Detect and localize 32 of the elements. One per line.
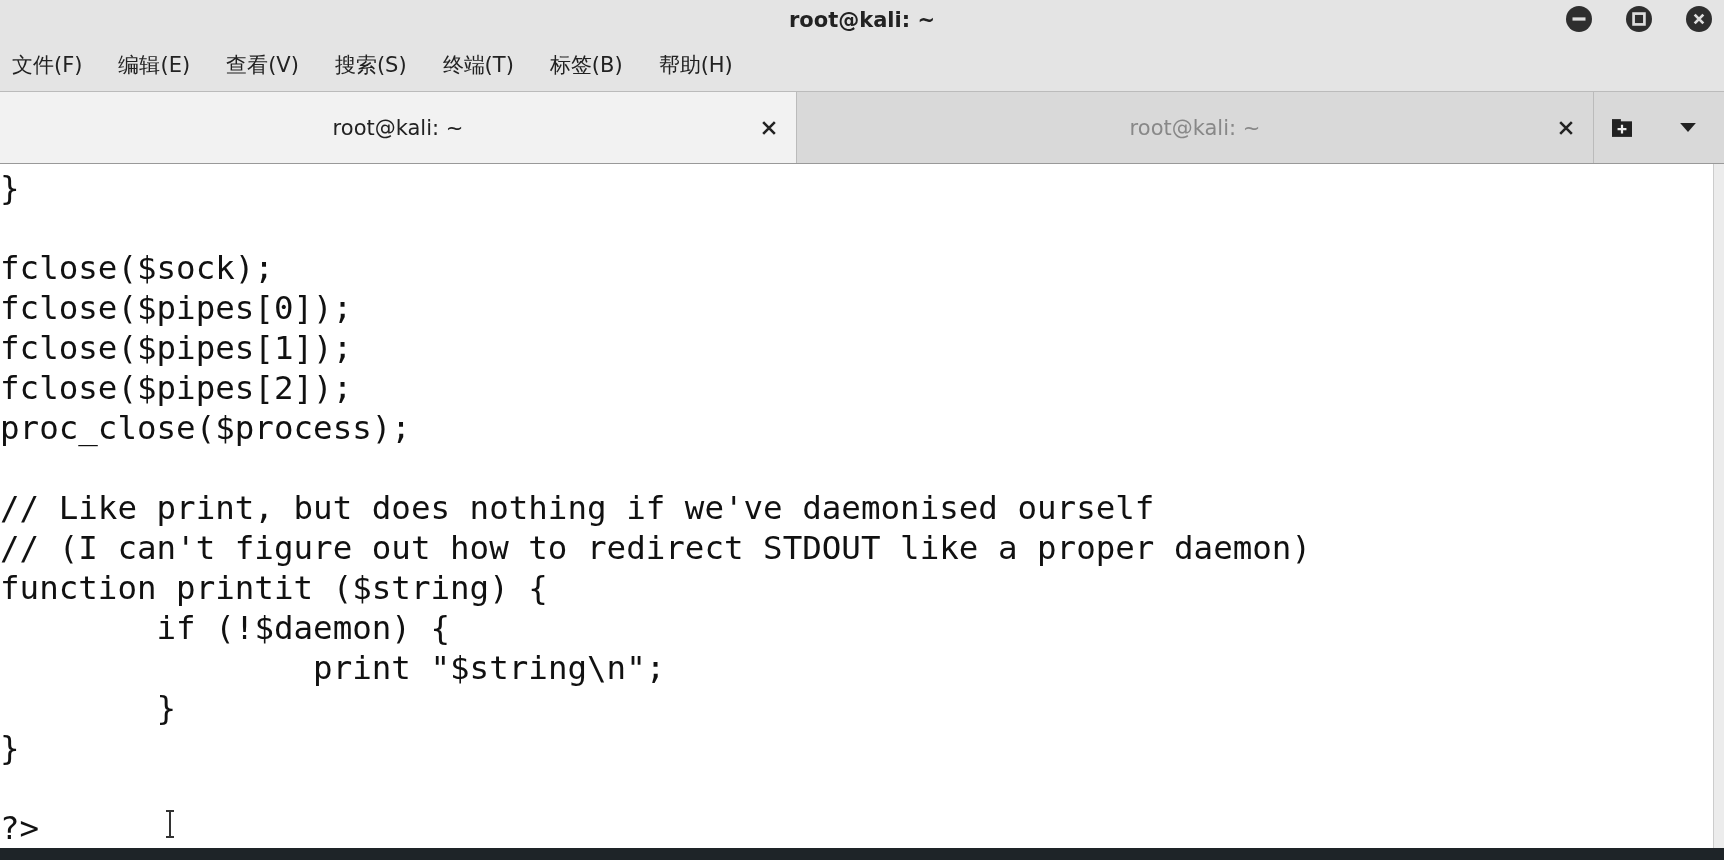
close-tab-icon[interactable] — [762, 120, 776, 135]
terminal-line: print "$string\n"; — [312, 649, 666, 688]
terminal-line: // Like print, but does nothing if we've daemonised ourself — [0, 489, 1155, 528]
terminal-line: } — [0, 729, 20, 768]
terminal-line: ?> — [0, 809, 40, 848]
scrollbar[interactable] — [1713, 164, 1724, 849]
menu-item[interactable]: 文件(F) — [12, 51, 83, 80]
menu-item[interactable]: 帮助(H) — [658, 51, 733, 80]
minimize-icon[interactable] — [1566, 6, 1592, 32]
terminal-line: fclose($pipes[2]); — [0, 369, 353, 408]
terminal-line: proc_close($process); — [0, 409, 411, 448]
menu-item[interactable]: 查看(V) — [226, 51, 299, 80]
maximize-icon[interactable] — [1626, 6, 1652, 32]
terminal-line: } — [0, 169, 20, 208]
terminal-line: fclose($sock); — [0, 249, 274, 288]
menu-item[interactable]: 搜索(S) — [334, 51, 407, 80]
close-icon[interactable] — [1686, 6, 1712, 32]
terminal-line: } — [155, 689, 177, 728]
menu-item[interactable]: 标签(B) — [549, 51, 623, 80]
close-tab-icon[interactable] — [1559, 120, 1573, 135]
new-tab-icon[interactable] — [1610, 117, 1634, 138]
terminal-line: function printit ($string) { — [0, 569, 548, 608]
menu-item[interactable]: 编辑(E) — [118, 51, 191, 80]
terminal-line: // (I can't figure out how to redirect STDOUT like a proper daemon) — [0, 529, 1311, 568]
dropdown-caret-icon[interactable] — [1680, 123, 1696, 133]
terminal-tab[interactable]: root@kali: ~ — [0, 91, 797, 164]
terminal-line: fclose($pipes[0]); — [0, 289, 353, 328]
text-cursor-icon — [165, 810, 175, 839]
window-title: root@kali: ~ — [788, 7, 936, 32]
menu-item[interactable]: 终端(T) — [442, 51, 514, 80]
terminal-line: fclose($pipes[1]); — [0, 329, 353, 368]
terminal-line: if (!$daemon) { — [155, 609, 451, 648]
